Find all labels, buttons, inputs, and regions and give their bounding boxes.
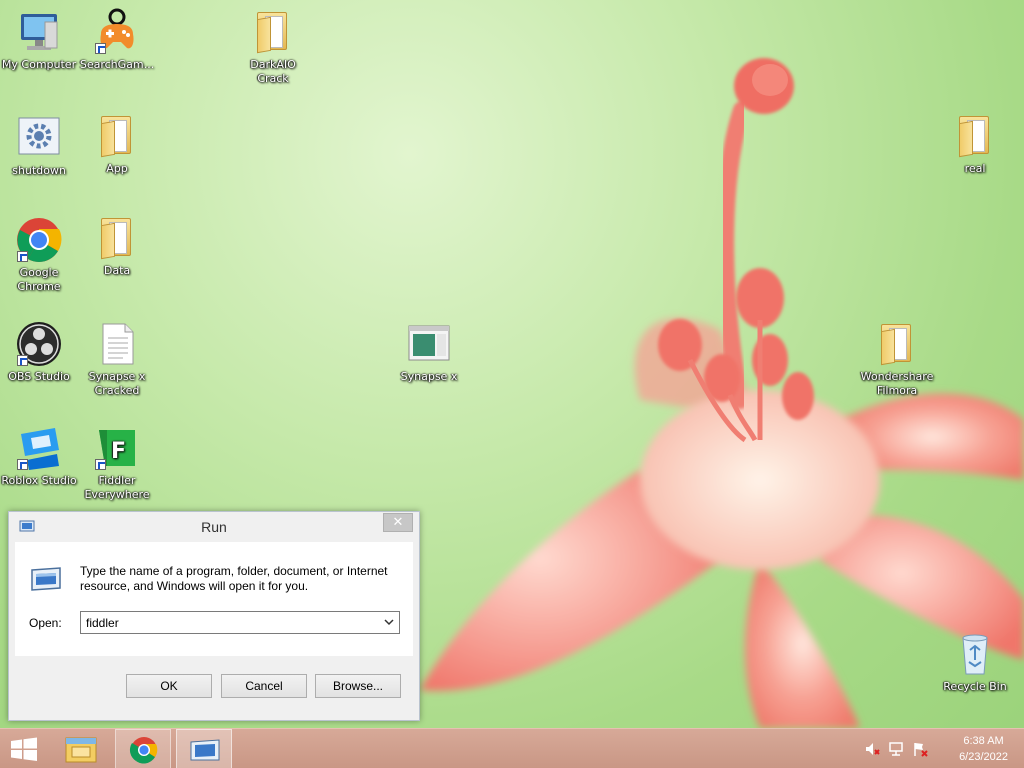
desktop-icon-label: My Computer <box>1 58 77 71</box>
browse-button[interactable]: Browse... <box>315 674 401 698</box>
cancel-button[interactable]: Cancel <box>221 674 307 698</box>
desktop-icon-obs-studio[interactable]: OBS Studio <box>0 320 78 384</box>
google-chrome-icon <box>15 216 63 264</box>
desktop-icon-google-chrome[interactable]: Google Chrome <box>0 216 78 294</box>
desktop-icon-label: Wondershare Filmora <box>860 370 934 397</box>
close-button[interactable]: ✕ <box>383 513 413 532</box>
desktop-icon-label: shutdown <box>12 164 66 177</box>
taskbar-file-explorer[interactable] <box>58 729 104 768</box>
shortcut-arrow-icon <box>17 355 28 366</box>
text-document-icon <box>93 320 141 368</box>
run-program-icon <box>31 567 61 591</box>
open-input[interactable] <box>81 612 379 633</box>
open-label: Open: <box>29 616 62 630</box>
desktop-icon-real[interactable]: real <box>936 112 1014 176</box>
desktop-icon-my-computer[interactable]: My Computer <box>0 8 78 72</box>
desktop-icon-wondershare-filmora[interactable]: Wondershare Filmora <box>858 320 936 398</box>
google-chrome-icon <box>129 737 158 764</box>
shortcut-arrow-icon <box>17 459 28 470</box>
desktop-icon-label: SearchGam... <box>79 58 155 71</box>
clock-time: 6:38 AM <box>963 735 1004 747</box>
file-explorer-icon <box>65 737 97 763</box>
run-dialog-description: Type the name of a program, folder, docu… <box>80 564 388 593</box>
desktop-icon-label: Data <box>103 264 131 277</box>
my-computer-icon <box>15 8 63 56</box>
folder-icon <box>873 320 921 368</box>
open-combobox[interactable] <box>80 611 400 634</box>
desktop-icon-label: App <box>106 162 128 175</box>
roblox-studio-icon <box>15 424 63 472</box>
folder-icon <box>249 8 297 56</box>
svg-text:F: F <box>111 439 126 464</box>
desktop-icon-recycle-bin[interactable]: Recycle Bin <box>936 630 1014 694</box>
run-dialog-titlebar[interactable]: Run ✕ <box>9 512 419 542</box>
game-controller-icon <box>93 8 141 56</box>
action-center-flag-icon[interactable] <box>912 741 928 757</box>
clock-date: 6/23/2022 <box>959 751 1008 763</box>
folder-icon <box>93 112 141 160</box>
desktop-icon-data[interactable]: Data <box>78 214 156 278</box>
desktop-icon-label: real <box>964 162 986 175</box>
run-dialog: Run ✕ Type the name of a program, folder… <box>8 511 420 721</box>
desktop-icon-searchgames[interactable]: SearchGam... <box>78 8 156 72</box>
application-window-icon <box>405 320 453 368</box>
start-button[interactable] <box>0 729 48 768</box>
taskbar-run-dialog[interactable] <box>176 729 232 768</box>
desktop-icon-label: DarkAIO Crack <box>250 58 296 85</box>
desktop-icon-fiddler-everywhere[interactable]: F Fiddler Everywhere <box>78 424 156 502</box>
obs-studio-icon <box>15 320 63 368</box>
folder-icon <box>951 112 999 160</box>
desktop-icon-label: Fiddler Everywhere <box>84 474 150 501</box>
network-icon[interactable] <box>888 741 904 757</box>
desktop-icon-synapse-x[interactable]: Synapse x <box>390 320 468 384</box>
desktop-icon-label: Roblox Studio <box>1 474 77 487</box>
recycle-bin-icon <box>951 630 999 678</box>
ok-button[interactable]: OK <box>126 674 212 698</box>
system-tray: 6:38 AM 6/23/2022 <box>864 729 1024 768</box>
shortcut-arrow-icon <box>95 459 106 470</box>
run-dialog-icon <box>190 739 220 761</box>
run-dialog-title: Run <box>201 519 227 535</box>
desktop-icon-synapse-cracked[interactable]: Synapse x Cracked <box>78 320 156 398</box>
desktop-icon-label: Synapse x Cracked <box>88 370 146 397</box>
desktop-icon-label: Recycle Bin <box>943 680 1007 693</box>
taskbar: 6:38 AM 6/23/2022 <box>0 728 1024 768</box>
shortcut-arrow-icon <box>95 43 106 54</box>
fiddler-icon: F <box>93 424 141 472</box>
shortcut-arrow-icon <box>17 251 28 262</box>
taskbar-clock[interactable]: 6:38 AM 6/23/2022 <box>959 733 1008 765</box>
desktop-icon-shutdown[interactable]: shutdown <box>0 114 78 178</box>
desktop-icon-app[interactable]: App <box>78 112 156 176</box>
desktop-icon-label: OBS Studio <box>8 370 70 383</box>
shutdown-settings-icon <box>15 114 63 162</box>
desktop-icon-label: Synapse x <box>400 370 458 383</box>
folder-icon <box>93 214 141 262</box>
windows-logo-icon <box>11 737 37 761</box>
close-icon: ✕ <box>392 515 404 530</box>
desktop-icon-label: Google Chrome <box>17 266 61 293</box>
open-dropdown-button[interactable] <box>379 612 399 633</box>
run-dialog-body: Type the name of a program, folder, docu… <box>15 542 413 656</box>
volume-muted-icon[interactable] <box>864 741 880 757</box>
desktop-icon-darkaio-crack[interactable]: DarkAIO Crack <box>234 8 312 86</box>
chevron-down-icon <box>384 619 394 626</box>
desktop-icon-roblox-studio[interactable]: Roblox Studio <box>0 424 78 488</box>
taskbar-google-chrome[interactable] <box>115 729 171 768</box>
